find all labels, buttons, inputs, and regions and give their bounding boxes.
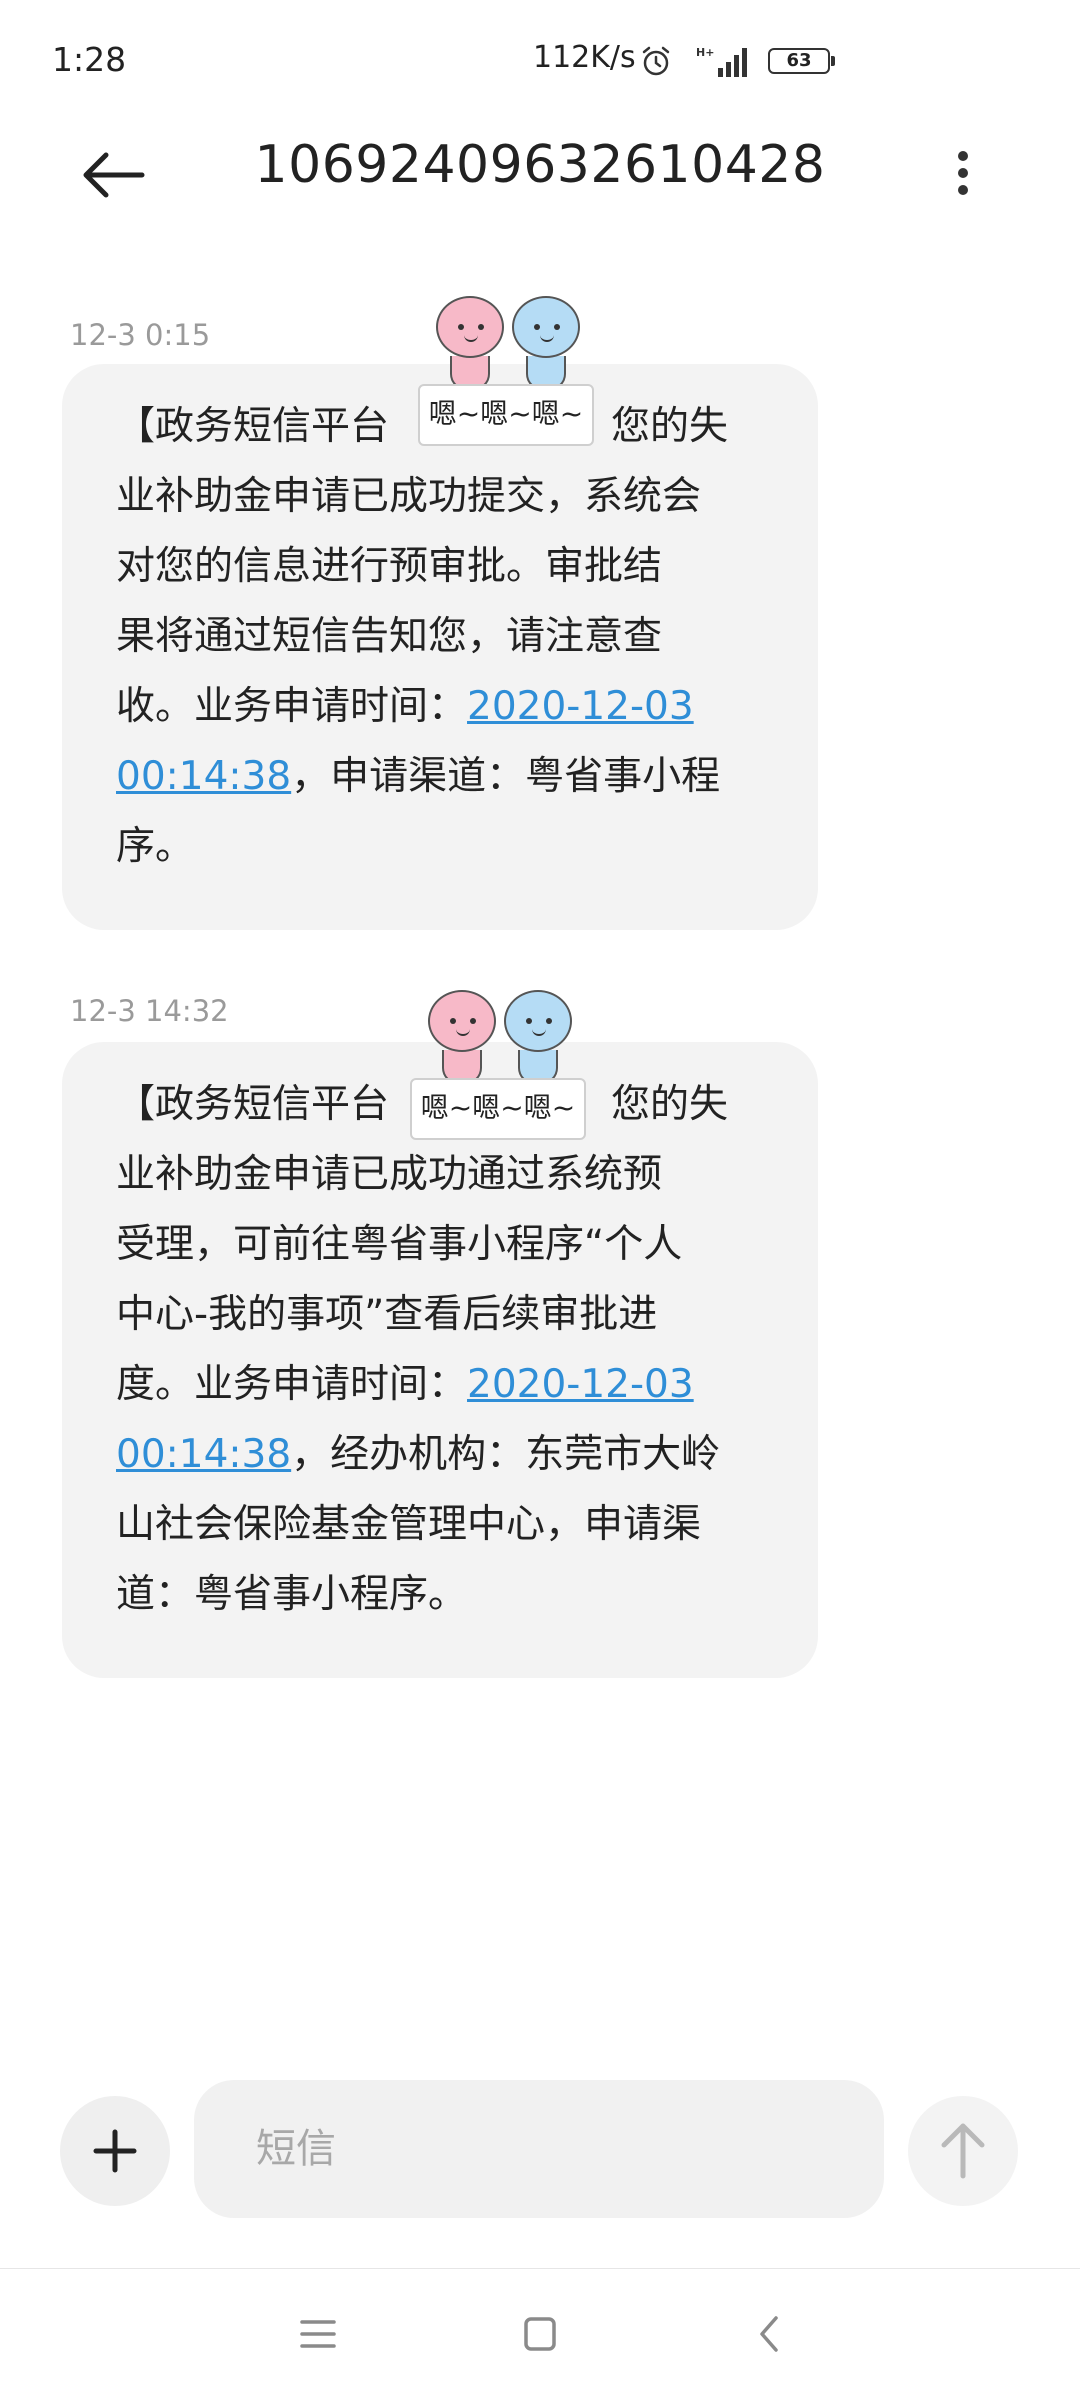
chevron-left-icon <box>760 2316 778 2352</box>
arrow-left-icon <box>83 152 145 198</box>
message-timestamp: 12-3 14:32 <box>70 994 229 1028</box>
datetime-link[interactable]: 00:14:38 <box>116 1432 291 1477</box>
cellular-signal-icon: H+ <box>696 44 752 78</box>
sticker-overlay: 嗯~嗯~嗯~ <box>418 296 618 456</box>
network-speed: 112K/s <box>533 40 636 75</box>
message-line: 对您的信息进行预审批。审批结 <box>116 544 663 589</box>
plus-icon <box>93 2129 137 2173</box>
home-square-icon <box>524 2317 556 2351</box>
battery-indicator: 63 <box>768 48 830 74</box>
status-time: 1:28 <box>52 40 127 79</box>
blue-character-icon <box>512 296 580 358</box>
pink-character-icon <box>428 990 496 1052</box>
back-button[interactable] <box>76 140 156 210</box>
pink-character-icon <box>436 296 504 358</box>
nav-divider <box>0 2268 1080 2269</box>
message-line: 00:14:38，经办机构：东莞市大岭 <box>116 1432 721 1477</box>
sticker-overlay: 嗯~嗯~嗯~ <box>410 990 610 1150</box>
more-options-button[interactable] <box>938 145 988 205</box>
message-line: 受理，可前往粤省事小程序“个人 <box>116 1222 683 1267</box>
message-line: 中心-我的事项”查看后续审批进 <box>116 1292 658 1337</box>
message-line: 道：粤省事小程序。 <box>116 1572 468 1617</box>
sticker-sign: 嗯~嗯~嗯~ <box>410 1078 586 1140</box>
send-button[interactable] <box>908 2096 1018 2206</box>
message-line: 果将通过短信告知您，请注意查 <box>116 614 663 659</box>
battery-nub <box>831 56 835 66</box>
menu-icon <box>300 2320 336 2348</box>
arrow-up-icon <box>941 2123 985 2179</box>
nav-menu-button[interactable] <box>296 2314 340 2354</box>
message-line: 序。 <box>116 824 195 869</box>
message-timestamp: 12-3 0:15 <box>70 318 211 352</box>
sticker-sign: 嗯~嗯~嗯~ <box>418 384 594 446</box>
datetime-link[interactable]: 2020-12-03 <box>467 684 694 729</box>
message-line: 度。业务申请时间：2020-12-03 <box>116 1362 694 1407</box>
contact-number-title: 10692409632610428 <box>254 135 826 195</box>
sms-input[interactable]: 短信 <box>194 2080 884 2218</box>
blue-character-icon <box>504 990 572 1052</box>
datetime-link[interactable]: 00:14:38 <box>116 754 291 799</box>
message-line: 收。业务申请时间：2020-12-03 <box>116 684 694 729</box>
message-line: 00:14:38，申请渠道：粤省事小程 <box>116 754 721 799</box>
datetime-link[interactable]: 2020-12-03 <box>467 1362 694 1407</box>
message-line: 山社会保险基金管理中心，申请渠 <box>116 1502 702 1547</box>
signal-type-label: H+ <box>696 46 714 59</box>
message-line: 业补助金申请已成功提交，系统会 <box>116 474 702 519</box>
message-line: 业补助金申请已成功通过系统预 <box>116 1152 663 1197</box>
more-vertical-icon <box>958 151 968 161</box>
add-attachment-button[interactable] <box>60 2096 170 2206</box>
alarm-clock-icon <box>642 46 670 76</box>
nav-home-button[interactable] <box>518 2314 562 2354</box>
nav-back-button[interactable] <box>748 2314 792 2354</box>
